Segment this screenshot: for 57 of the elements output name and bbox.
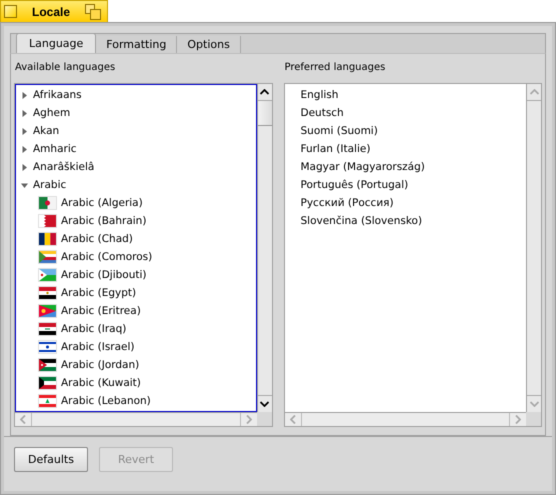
list-item[interactable]: Slovenčina (Slovensko) (286, 212, 525, 230)
scroll-down-icon[interactable] (260, 401, 269, 407)
list-item[interactable]: Arabic (Israel) (16, 338, 256, 356)
close-button[interactable] (4, 5, 17, 18)
list-item[interactable]: Deutsch (286, 104, 525, 122)
scroll-up-icon[interactable] (260, 89, 269, 95)
list-item[interactable]: Arabic (Bahrain) (16, 212, 256, 230)
expand-arrow-icon[interactable] (21, 92, 28, 98)
tab[interactable]: Language (16, 33, 96, 53)
window-title: Locale (30, 4, 71, 18)
flag-icon (39, 341, 56, 353)
list-item[interactable]: Русский (Россия) (286, 194, 525, 212)
list-item[interactable]: Arabic (16, 176, 256, 194)
list-item[interactable]: Furlan (Italie) (286, 140, 525, 158)
expand-arrow-icon[interactable] (21, 128, 28, 134)
list-item[interactable]: Suomi (Suomi) (286, 122, 525, 140)
flag-icon (39, 323, 56, 335)
list-item[interactable]: Arabic (Jordan) (16, 356, 256, 374)
scroll-thumb[interactable] (258, 101, 272, 126)
list-item[interactable]: Arabic (Lebanon) (16, 392, 256, 410)
list-item[interactable]: English (286, 86, 525, 104)
list-label: Preferred languages (284, 62, 386, 73)
vertical-scrollbar[interactable] (256, 84, 272, 412)
list-item[interactable]: Arabic (Kuwait) (16, 374, 256, 392)
flag-icon (39, 305, 56, 317)
list-item[interactable]: Magyar (Magyarország) (286, 158, 525, 176)
flag-icon (39, 215, 56, 227)
list-item[interactable]: Português (Portugal) (286, 176, 525, 194)
flag-icon (39, 359, 56, 371)
flag-icon (39, 197, 56, 209)
list-item[interactable]: Aghem (16, 104, 256, 122)
flag-icon (39, 287, 56, 299)
list-box[interactable]: English Deutsch Suomi (Suomi) Furlan (Italie) Magyar (Magyarország) Português (Portugal) Русский (Россия) Slovenčina (Slovensko) (284, 84, 526, 412)
list-item[interactable]: Arabic (Algeria) (16, 194, 256, 212)
flag-icon (39, 269, 56, 281)
list-item[interactable]: Arabic (Eritrea) (16, 302, 256, 320)
push-button[interactable]: Defaults (14, 447, 88, 472)
list-item[interactable]: Akan (16, 122, 256, 140)
expand-arrow-icon[interactable] (21, 164, 28, 170)
expand-arrow-icon[interactable] (21, 182, 28, 188)
flag-icon (39, 251, 56, 263)
flag-icon (39, 233, 56, 245)
list-item[interactable]: Arabic (Djibouti) (16, 266, 256, 284)
expand-arrow-icon[interactable] (21, 146, 28, 152)
list-item[interactable]: Afrikaans (16, 86, 256, 104)
zoom-button[interactable] (85, 4, 101, 20)
list-item[interactable]: Arabic (Chad) (16, 230, 256, 248)
list-item[interactable]: Anarâškielâ (16, 158, 256, 176)
flag-icon (39, 377, 56, 389)
list-label: Available languages (14, 62, 116, 73)
list-item[interactable]: Arabic (Iraq) (16, 320, 256, 338)
list-item[interactable]: Amharic (16, 140, 256, 158)
expand-arrow-icon[interactable] (21, 110, 28, 116)
list-item[interactable]: Arabic (Egypt) (16, 284, 256, 302)
list-item[interactable]: Arabic (Comoros) (16, 248, 256, 266)
list-box[interactable] (15, 84, 256, 412)
flag-icon (39, 395, 56, 407)
